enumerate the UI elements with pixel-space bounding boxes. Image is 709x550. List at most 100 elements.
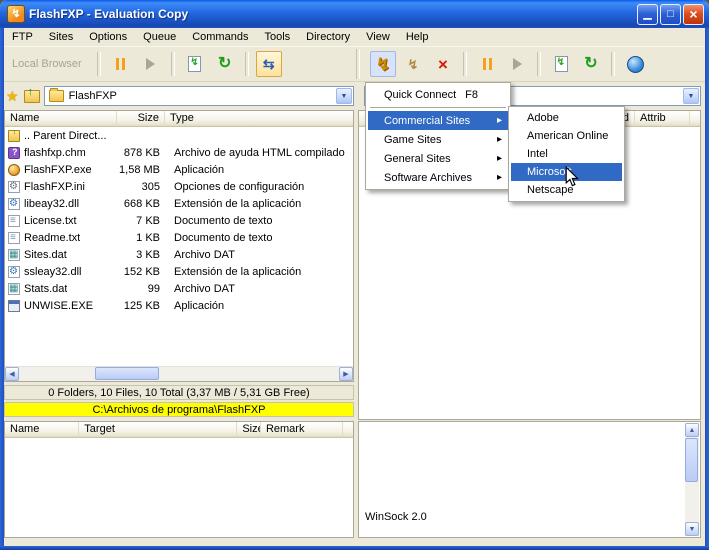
menu-commands[interactable]: Commands: [184, 29, 256, 45]
scroll-left-button[interactable]: ◀: [5, 367, 19, 381]
web-button[interactable]: [622, 51, 648, 77]
file-name: UNWISE.EXE: [24, 299, 94, 312]
local-path-combo[interactable]: FlashFXP ▼: [43, 86, 354, 106]
local-pause-button[interactable]: [108, 51, 134, 77]
column-header-attrib[interactable]: Attrib: [635, 111, 690, 127]
column-header-name[interactable]: Name: [5, 111, 117, 127]
menu-item-software-archives[interactable]: Software Archives ▸: [368, 168, 508, 187]
remote-refresh-button[interactable]: ↻: [578, 51, 604, 77]
pause-icon: [116, 58, 126, 70]
local-resume-button[interactable]: [138, 51, 164, 77]
file-row[interactable]: Readme.txt 1 KB Documento de texto: [5, 229, 353, 246]
menu-item-quick-connect[interactable]: Quick Connect F8: [368, 85, 508, 104]
remote-transfer-button[interactable]: ↯: [548, 51, 574, 77]
menu-item-commercial-sites[interactable]: Commercial Sites ▸: [368, 111, 508, 130]
remote-pause-button[interactable]: [474, 51, 500, 77]
window-border-right: [705, 26, 709, 550]
queue-column-size[interactable]: Size: [237, 422, 261, 438]
queue-column-target[interactable]: Target: [79, 422, 238, 438]
scroll-right-button[interactable]: ▶: [339, 367, 353, 381]
pause-icon: [482, 58, 492, 70]
file-row[interactable]: UNWISE.EXE 125 KB Aplicación: [5, 297, 353, 314]
toolbar-separator: [537, 52, 541, 76]
flashfxp-window: ↯ FlashFXP - Evaluation Copy ▁ □ × FTP S…: [0, 0, 709, 550]
menu-sites[interactable]: Sites: [41, 29, 81, 45]
file-size: 1 KB: [136, 231, 160, 244]
file-name: FlashFXP.ini: [24, 180, 85, 193]
connect-button[interactable]: ↯: [370, 51, 396, 77]
scroll-left-icon: ◀: [9, 370, 15, 378]
file-name: Sites.dat: [24, 248, 67, 261]
remote-combo-dropdown-button[interactable]: ▼: [683, 88, 699, 104]
submenu-item-intel[interactable]: Intel: [511, 145, 622, 163]
file-icon: [8, 214, 20, 227]
local-combo-dropdown-button[interactable]: ▼: [336, 88, 352, 104]
scroll-down-button[interactable]: ▼: [685, 522, 699, 536]
menu-options[interactable]: Options: [81, 29, 135, 45]
queue-column-remark[interactable]: Remark: [260, 422, 344, 438]
queue-column-name[interactable]: Name: [5, 422, 80, 438]
submenu-item-american-online[interactable]: American Online: [511, 127, 622, 145]
log-vertical-scrollbar[interactable]: ▲ ▼: [685, 423, 699, 536]
queue-panel: Name Target Size Remark: [4, 421, 354, 538]
scroll-track[interactable]: [685, 437, 699, 522]
file-size: 878 KB: [123, 146, 160, 159]
local-refresh-button[interactable]: ↻: [212, 51, 238, 77]
file-row[interactable]: ssleay32.dll 152 KB Extensión de la apli…: [5, 263, 353, 280]
column-header-size[interactable]: Size: [117, 111, 165, 127]
file-row[interactable]: flashfxp.chm 878 KB Archivo de ayuda HTM…: [5, 144, 353, 161]
menu-item-general-sites[interactable]: General Sites ▸: [368, 149, 508, 168]
menu-tools[interactable]: Tools: [256, 29, 298, 45]
file-row[interactable]: Stats.dat 99 Archivo DAT: [5, 280, 353, 297]
toolbar-separator: [96, 52, 101, 76]
close-button[interactable]: ×: [683, 3, 704, 25]
file-row[interactable]: FlashFXP.ini 305 Opciones de configuraci…: [5, 178, 353, 195]
file-name-cell: Readme.txt: [5, 231, 117, 244]
local-transfer-button[interactable]: ↯: [182, 51, 208, 77]
maximize-button[interactable]: □: [660, 3, 681, 25]
submenu-item-adobe[interactable]: Adobe: [511, 109, 622, 127]
menu-item-label: Adobe: [527, 112, 559, 124]
view-switch-button[interactable]: ⇆: [255, 51, 282, 77]
globe-icon: [626, 55, 644, 73]
up-arrow-icon: ↑: [27, 85, 34, 98]
favorites-star-icon[interactable]: ★: [6, 88, 19, 105]
remote-resume-button[interactable]: [504, 51, 530, 77]
file-name: License.txt: [24, 214, 77, 227]
menu-ftp[interactable]: FTP: [4, 29, 41, 45]
local-toolbar: Local Browser ↯ ↻ ⇆: [4, 47, 354, 81]
menu-item-game-sites[interactable]: Game Sites ▸: [368, 130, 508, 149]
file-row[interactable]: libeay32.dll 668 KB Extensión de la apli…: [5, 195, 353, 212]
lightning-icon: ↯: [190, 57, 199, 68]
parent-directory-row[interactable]: .. Parent Direct...: [5, 127, 353, 144]
menu-directory[interactable]: Directory: [298, 29, 358, 45]
panel-splitter[interactable]: [354, 86, 358, 420]
menu-queue[interactable]: Queue: [135, 29, 184, 45]
parent-folder-button[interactable]: ↑: [22, 85, 42, 105]
submenu-arrow-icon: ▸: [496, 171, 502, 183]
scroll-track[interactable]: [19, 367, 339, 381]
file-icon: [8, 231, 20, 244]
scroll-thumb[interactable]: [685, 438, 698, 482]
site-menu: Quick Connect F8 Commercial Sites ▸ Game…: [365, 82, 511, 190]
scroll-up-button[interactable]: ▲: [685, 423, 699, 437]
window-controls: ▁ □ ×: [637, 3, 704, 25]
menu-item-label: Commercial Sites: [384, 114, 471, 127]
file-type: Documento de texto: [174, 231, 273, 244]
remote-toolbar: ↯ ↯ × ↯ ↻: [360, 47, 705, 81]
column-header-type[interactable]: Type: [165, 111, 353, 127]
scroll-thumb[interactable]: [95, 367, 159, 380]
quick-connect-button[interactable]: ↯: [400, 51, 426, 77]
local-horizontal-scrollbar[interactable]: ◀ ▶: [5, 366, 353, 381]
disconnect-button[interactable]: ×: [430, 51, 456, 77]
minimize-button[interactable]: ▁: [637, 3, 658, 25]
menu-help[interactable]: Help: [398, 29, 437, 45]
file-name-cell: Stats.dat: [5, 282, 117, 295]
local-path-value: FlashFXP: [68, 90, 117, 102]
disconnect-x-icon: ×: [438, 54, 448, 74]
file-row[interactable]: Sites.dat 3 KB Archivo DAT: [5, 246, 353, 263]
menu-view[interactable]: View: [358, 29, 398, 45]
file-row[interactable]: FlashFXP.exe 1,58 MB Aplicación: [5, 161, 353, 178]
file-row[interactable]: License.txt 7 KB Documento de texto: [5, 212, 353, 229]
submenu-arrow-icon: ▸: [496, 152, 502, 164]
